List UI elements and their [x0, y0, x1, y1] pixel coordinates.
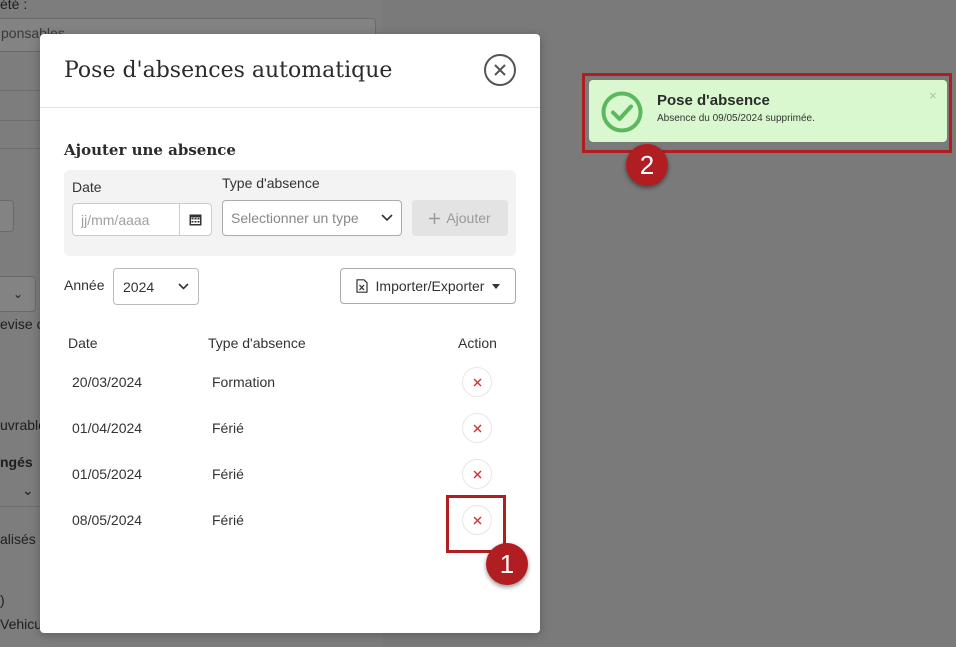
plus-icon — [429, 212, 441, 224]
type-select-placeholder: Selectionner un type — [231, 210, 359, 226]
row-type: Formation — [212, 374, 276, 390]
column-header-type: Type d'absence — [208, 335, 306, 351]
bg-divider — [0, 506, 40, 507]
column-header-action: Action — [458, 335, 497, 351]
table-row: 01/04/2024 Férié — [64, 413, 516, 460]
row-type: Férié — [212, 512, 244, 528]
add-absence-panel: Date Type d'absence Selectionner un type — [64, 170, 516, 256]
step-badge-1: 1 — [486, 543, 528, 585]
add-button-label: Ajouter — [446, 210, 491, 226]
chevron-down-icon — [178, 283, 189, 290]
add-absence-button[interactable]: Ajouter — [412, 200, 508, 236]
row-date: 20/03/2024 — [72, 374, 143, 390]
row-date: 01/04/2024 — [72, 420, 143, 436]
bg-text: ) — [0, 592, 5, 608]
toast-title: Pose d'absence — [657, 92, 770, 109]
import-export-label: Importer/Exporter — [375, 278, 485, 294]
excel-file-icon — [355, 279, 368, 293]
absence-type-select[interactable]: Selectionner un type — [222, 200, 402, 236]
close-button[interactable] — [484, 54, 516, 86]
calendar-icon — [189, 214, 202, 226]
bg-select: ⌄ — [0, 276, 36, 312]
bg-label: été : — [0, 0, 28, 12]
bg-text: evise c — [0, 316, 44, 332]
date-field[interactable] — [72, 203, 212, 236]
chevron-down-icon: ⌄ — [22, 482, 34, 498]
delete-button[interactable] — [462, 367, 492, 397]
bg-text: alisés — [0, 531, 36, 547]
toast-close-button[interactable]: × — [929, 88, 937, 103]
year-value: 2024 — [123, 279, 155, 295]
year-label: Année — [64, 277, 105, 293]
type-label: Type d'absence — [222, 175, 320, 191]
caret-down-icon — [492, 283, 501, 289]
year-select[interactable]: 2024 — [113, 268, 199, 305]
success-toast: Pose d'absence Absence du 09/05/2024 sup… — [589, 80, 947, 142]
table-row: 20/03/2024 Formation — [64, 367, 516, 414]
bg-input — [0, 200, 14, 232]
column-header-date: Date — [68, 335, 98, 351]
bg-text: ngés — [0, 454, 33, 470]
delete-button[interactable] — [462, 459, 492, 489]
import-export-button[interactable]: Importer/Exporter — [340, 268, 516, 304]
date-label: Date — [72, 179, 102, 195]
date-input[interactable] — [73, 204, 179, 235]
add-section-title: Ajouter une absence — [64, 141, 236, 159]
calendar-button[interactable] — [179, 204, 211, 235]
modal-header: Pose d'absences automatique — [40, 34, 540, 108]
modal-title: Pose d'absences automatique — [64, 58, 393, 83]
chevron-down-icon: ⌄ — [13, 287, 24, 301]
delete-x-icon — [473, 424, 481, 432]
delete-x-icon — [473, 378, 481, 386]
check-circle-icon — [601, 91, 643, 133]
delete-x-icon — [473, 470, 481, 478]
toast-message: Absence du 09/05/2024 supprimée. — [657, 113, 815, 124]
close-icon — [494, 64, 506, 76]
row-date: 08/05/2024 — [72, 512, 143, 528]
row-date: 01/05/2024 — [72, 466, 143, 482]
delete-button[interactable] — [462, 413, 492, 443]
row-type: Férié — [212, 420, 244, 436]
bg-text: Vehicu — [0, 616, 43, 632]
row-type: Férié — [212, 466, 244, 482]
step-badge-2: 2 — [626, 144, 668, 186]
chevron-down-icon — [381, 214, 393, 222]
